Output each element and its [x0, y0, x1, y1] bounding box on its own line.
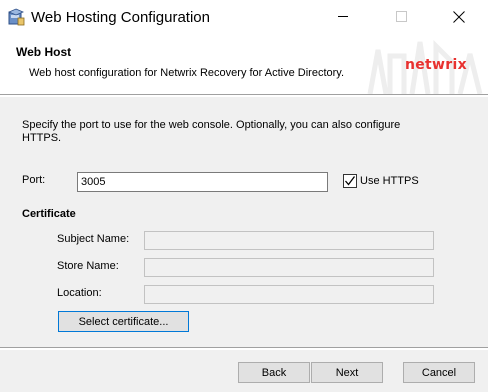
subject-name-label: Subject Name:	[57, 233, 130, 245]
minimize-button[interactable]	[320, 0, 366, 36]
main-panel: Specify the port to use for the web cons…	[0, 97, 488, 347]
subject-name-field	[144, 231, 434, 250]
location-label: Location:	[57, 287, 102, 299]
port-input[interactable]	[77, 172, 328, 192]
footer-divider-highlight	[0, 348, 488, 349]
next-button[interactable]: Next	[311, 362, 383, 383]
page-title: Web Host	[16, 45, 72, 59]
use-https-label[interactable]: Use HTTPS	[360, 175, 419, 187]
location-field	[144, 285, 434, 304]
cancel-button[interactable]: Cancel	[403, 362, 475, 383]
page-description: Web host configuration for Netwrix Recov…	[29, 67, 345, 79]
use-https-checkbox[interactable]	[343, 174, 357, 188]
netwrix-logo: netwrix	[405, 57, 467, 73]
maximize-button[interactable]	[378, 0, 424, 36]
minimize-icon	[337, 11, 349, 25]
store-name-field	[144, 258, 434, 277]
title-bar: Web Hosting Configuration	[0, 0, 488, 36]
back-button[interactable]: Back	[238, 362, 310, 383]
footer-bar: Back Next Cancel	[0, 350, 488, 392]
store-name-label: Store Name:	[57, 260, 119, 272]
maximize-icon	[395, 11, 407, 25]
header-divider-highlight	[0, 95, 488, 96]
port-label: Port:	[22, 174, 46, 186]
installer-package-icon	[7, 8, 25, 26]
close-icon	[453, 10, 465, 26]
certificate-heading: Certificate	[22, 208, 76, 220]
select-certificate-button[interactable]: Select certificate...	[58, 311, 189, 332]
header-banner: Web Host Web host configuration for Netw…	[0, 36, 488, 94]
close-button[interactable]	[436, 0, 482, 36]
checkmark-icon	[345, 176, 356, 186]
window-title: Web Hosting Configuration	[31, 9, 210, 26]
intro-text: Specify the port to use for the web cons…	[22, 119, 401, 144]
